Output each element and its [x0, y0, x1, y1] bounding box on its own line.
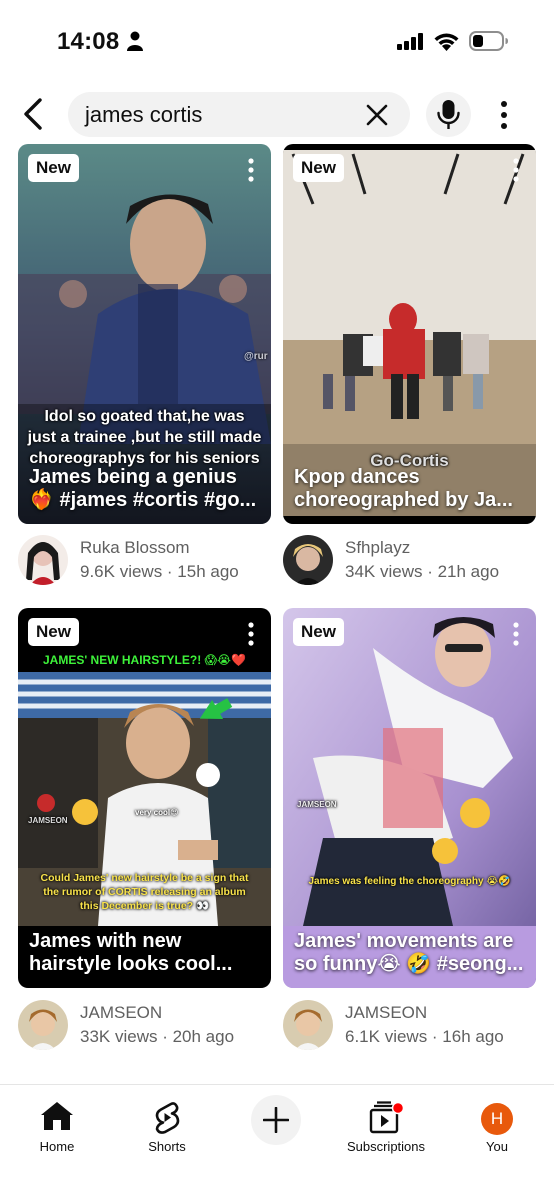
- view-count: 33K views · 20h ago: [80, 1027, 235, 1046]
- nav-you[interactable]: H You: [447, 1093, 547, 1154]
- view-count: 6.1K views · 16h ago: [345, 1027, 504, 1046]
- status-bar: 14:08: [0, 0, 554, 82]
- short-card[interactable]: Go-Cortis New Kpop dances choreographed …: [283, 144, 536, 524]
- short-card[interactable]: James was feeling the choreography 😭🤣 JA…: [283, 608, 536, 988]
- channel-name[interactable]: JAMSEON: [80, 1003, 162, 1023]
- video-overlay-caption: Could James' new hairstyle be a sign tha…: [40, 872, 249, 912]
- back-button[interactable]: [16, 94, 50, 134]
- new-badge: New: [293, 618, 344, 646]
- search-input[interactable]: james cortis: [68, 92, 410, 137]
- nav-label: Home: [39, 1139, 75, 1154]
- channel-name[interactable]: Ruka Blossom: [80, 538, 190, 558]
- more-options-icon[interactable]: [243, 157, 259, 183]
- cellular-signal-icon: [397, 33, 423, 50]
- new-badge: New: [293, 154, 344, 182]
- video-watermark: JAMSEON: [28, 816, 68, 825]
- nav-label: You: [486, 1139, 508, 1154]
- bottom-navigation: Home Shorts Subscriptions H You: [0, 1084, 554, 1200]
- nav-label: Subscriptions: [346, 1139, 426, 1154]
- nav-label: Shorts: [148, 1139, 186, 1154]
- status-time: 14:08: [57, 28, 120, 55]
- subscriptions-icon: [369, 1101, 404, 1134]
- voice-search-button[interactable]: [426, 92, 471, 137]
- channel-avatar[interactable]: [18, 1000, 68, 1050]
- more-options-icon[interactable]: [492, 98, 516, 132]
- video-overlay-heading: JAMES' NEW HAIRSTYLE?! 😱😭❤️: [43, 653, 246, 667]
- channel-name[interactable]: Sfhplayz: [345, 538, 410, 558]
- avatar: H: [481, 1103, 513, 1135]
- video-overlay-caption: Idol so goated that,he was just a traine…: [27, 408, 262, 467]
- video-overlay-caption: James was feeling the choreography 😭🤣: [308, 876, 511, 887]
- view-count: 9.6K views · 15h ago: [80, 562, 239, 581]
- more-options-icon[interactable]: [508, 157, 524, 183]
- new-badge: New: [28, 154, 79, 182]
- short-card[interactable]: Idol so goated that,he was just a traine…: [18, 144, 271, 524]
- create-button[interactable]: [251, 1095, 301, 1145]
- search-query-text: james cortis: [85, 102, 203, 127]
- channel-avatar[interactable]: [18, 535, 68, 585]
- more-options-icon[interactable]: [243, 621, 259, 647]
- search-header: james cortis: [0, 82, 554, 146]
- video-overlay-small: very cool😍: [135, 808, 179, 817]
- plus-icon: [263, 1107, 289, 1133]
- battery-icon: [469, 31, 508, 51]
- more-options-icon[interactable]: [508, 621, 524, 647]
- video-meta: Sfhplayz 34K views · 21h ago: [283, 535, 538, 595]
- clear-search-icon[interactable]: [363, 101, 391, 129]
- home-icon: [41, 1102, 73, 1130]
- view-count: 34K views · 21h ago: [345, 562, 500, 581]
- video-title: Kpop dances choreographed by Ja...: [294, 466, 513, 511]
- video-meta: JAMSEON 33K views · 20h ago: [18, 1000, 273, 1060]
- video-watermark: JAMSEON: [297, 800, 337, 809]
- wifi-icon: [434, 33, 459, 51]
- video-title: James with new hairstyle looks cool...: [29, 930, 233, 975]
- new-badge: New: [28, 618, 79, 646]
- shorts-icon: [155, 1102, 180, 1134]
- video-watermark: @rur: [244, 351, 268, 362]
- channel-avatar[interactable]: [283, 1000, 333, 1050]
- person-icon: [127, 31, 143, 51]
- video-meta: JAMSEON 6.1K views · 16h ago: [283, 1000, 538, 1060]
- video-meta: Ruka Blossom 9.6K views · 15h ago: [18, 535, 273, 595]
- microphone-icon: [437, 100, 460, 129]
- video-title: James being a genius ❤️‍🔥 #james #cortis…: [29, 466, 257, 511]
- nav-home[interactable]: Home: [7, 1093, 107, 1154]
- channel-name[interactable]: JAMSEON: [345, 1003, 427, 1023]
- short-card[interactable]: JAMES' NEW HAIRSTYLE?! 😱😭❤️ Could James'…: [18, 608, 271, 988]
- nav-subscriptions[interactable]: Subscriptions: [336, 1093, 436, 1154]
- nav-shorts[interactable]: Shorts: [117, 1093, 217, 1154]
- video-title: James' movements are so funny😭 🤣 #seong.…: [294, 930, 524, 975]
- channel-avatar[interactable]: [283, 535, 333, 585]
